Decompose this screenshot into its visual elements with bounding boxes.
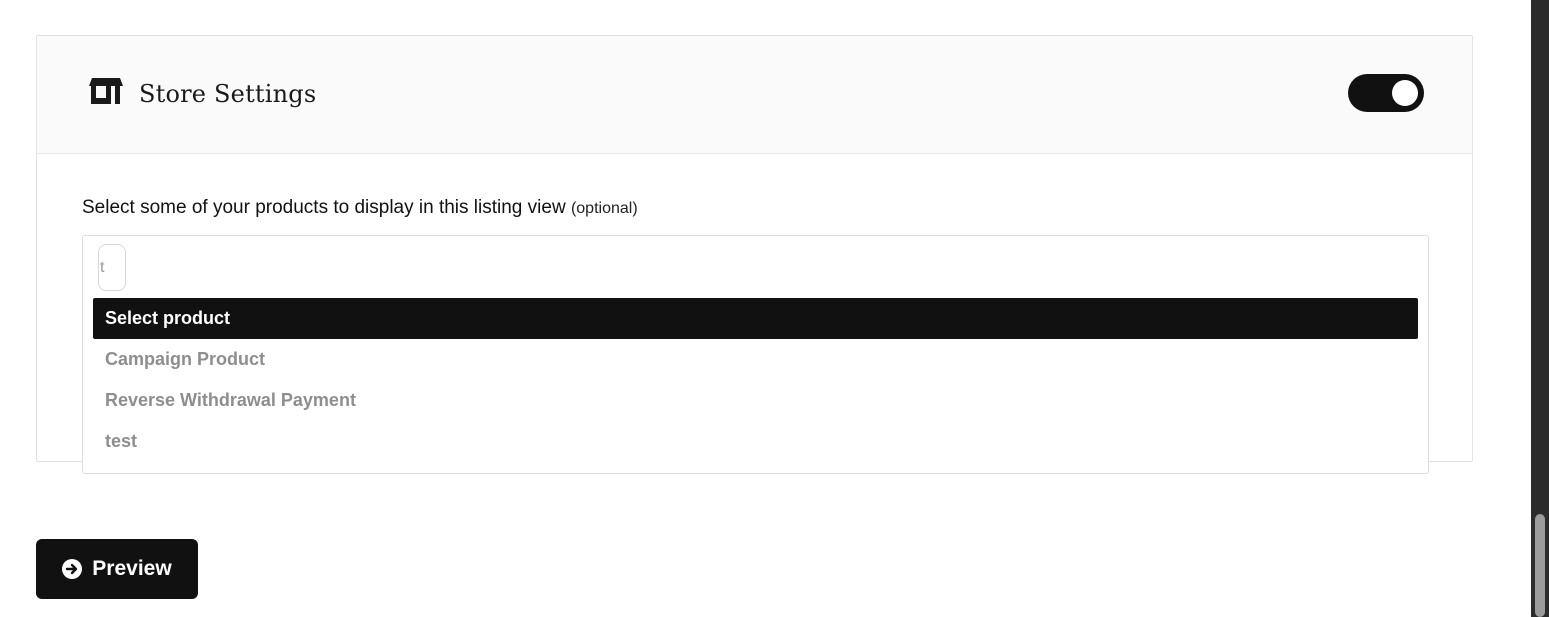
- scrollbar-thumb[interactable]: [1535, 514, 1545, 617]
- page: Store Settings Select some of your produ…: [0, 0, 1549, 617]
- option-campaign-product[interactable]: Campaign Product: [93, 339, 1418, 380]
- products-label-text: Select some of your products to display …: [82, 197, 566, 218]
- card-header: Store Settings: [37, 36, 1472, 154]
- page-scrollbar[interactable]: [1531, 0, 1549, 617]
- product-options-list: Select product Campaign Product Reverse …: [93, 298, 1418, 462]
- store-icon: [89, 78, 123, 104]
- toggle-knob: [1392, 80, 1418, 106]
- optional-note: (optional): [570, 200, 638, 217]
- option-test[interactable]: test: [93, 421, 1418, 462]
- products-field-label: Select some of your products to display …: [82, 196, 638, 221]
- option-reverse-withdrawal-payment[interactable]: Reverse Withdrawal Payment: [93, 380, 1418, 421]
- product-select-dropdown: Select product Campaign Product Reverse …: [82, 235, 1429, 474]
- option-select-product[interactable]: Select product: [93, 298, 1418, 339]
- store-settings-toggle[interactable]: [1348, 74, 1424, 112]
- card-title: Store Settings: [139, 80, 317, 108]
- preview-button-label: Preview: [92, 557, 172, 580]
- preview-button[interactable]: Preview: [36, 539, 198, 599]
- arrow-circle-right-icon: [62, 559, 83, 579]
- product-search-input[interactable]: [98, 244, 126, 291]
